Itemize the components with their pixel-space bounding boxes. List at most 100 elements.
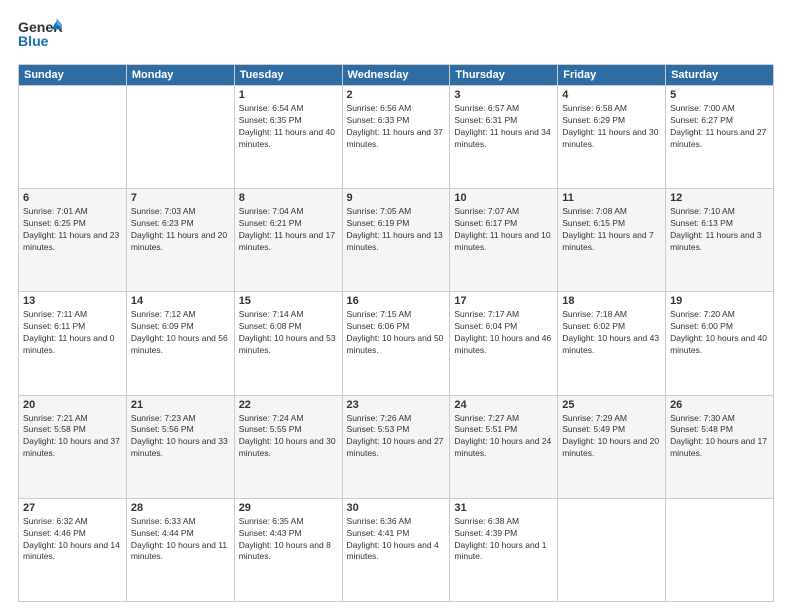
day-cell: 29 Sunrise: 6:35 AMSunset: 4:43 PMDayligh… — [234, 498, 342, 601]
dow-header-sunday: Sunday — [19, 65, 127, 86]
day-number: 30 — [347, 502, 446, 514]
day-info: Sunrise: 7:10 AMSunset: 6:13 PMDaylight:… — [670, 206, 769, 254]
day-cell: 7 Sunrise: 7:03 AMSunset: 6:23 PMDaylight… — [126, 189, 234, 292]
day-info: Sunrise: 6:38 AMSunset: 4:39 PMDaylight:… — [454, 516, 553, 564]
dow-header-saturday: Saturday — [666, 65, 774, 86]
day-cell: 10Sunrise: 7:07 AMSunset: 6:17 PMDayligh… — [450, 189, 558, 292]
day-cell: 14 Sunrise: 7:12 AMSunset: 6:09 PMDayligh… — [126, 292, 234, 395]
day-info: Sunrise: 7:15 AMSunset: 6:06 PMDaylight:… — [347, 309, 446, 357]
day-info: Sunrise: 6:35 AMSunset: 4:43 PMDaylight:… — [239, 516, 338, 564]
day-cell: 5 Sunrise: 7:00 AMSunset: 6:27 PMDaylight… — [666, 86, 774, 189]
day-number: 22 — [239, 399, 338, 411]
day-number: 5 — [670, 89, 769, 101]
week-row-1: 1 Sunrise: 6:54 AMSunset: 6:35 PMDaylight… — [19, 86, 774, 189]
day-info: Sunrise: 7:00 AMSunset: 6:27 PMDaylight:… — [670, 103, 769, 151]
day-number: 12 — [670, 192, 769, 204]
day-info: Sunrise: 7:24 AMSunset: 5:55 PMDaylight:… — [239, 413, 338, 461]
day-number: 28 — [131, 502, 230, 514]
day-number: 19 — [670, 295, 769, 307]
day-number: 4 — [562, 89, 661, 101]
day-number: 7 — [131, 192, 230, 204]
day-number: 20 — [23, 399, 122, 411]
day-info: Sunrise: 6:54 AMSunset: 6:35 PMDaylight:… — [239, 103, 338, 151]
day-cell — [126, 86, 234, 189]
calendar: SundayMondayTuesdayWednesdayThursdayFrid… — [18, 64, 774, 602]
day-cell: 23 Sunrise: 7:26 AMSunset: 5:53 PMDayligh… — [342, 395, 450, 498]
day-info: Sunrise: 7:30 AMSunset: 5:48 PMDaylight:… — [670, 413, 769, 461]
day-info: Sunrise: 6:36 AMSunset: 4:41 PMDaylight:… — [347, 516, 446, 564]
day-info: Sunrise: 7:11 AMSunset: 6:11 PMDaylight:… — [23, 309, 122, 357]
day-cell: 17 Sunrise: 7:17 AMSunset: 6:04 PMDayligh… — [450, 292, 558, 395]
day-number: 1 — [239, 89, 338, 101]
day-cell: 19Sunrise: 7:20 AMSunset: 6:00 PMDayligh… — [666, 292, 774, 395]
header: General Blue — [18, 16, 774, 56]
day-info: Sunrise: 6:33 AMSunset: 4:44 PMDaylight:… — [131, 516, 230, 564]
day-info: Sunrise: 7:12 AMSunset: 6:09 PMDaylight:… — [131, 309, 230, 357]
week-row-2: 6 Sunrise: 7:01 AMSunset: 6:25 PMDaylight… — [19, 189, 774, 292]
day-number: 13 — [23, 295, 122, 307]
day-number: 16 — [347, 295, 446, 307]
day-cell: 8 Sunrise: 7:04 AMSunset: 6:21 PMDaylight… — [234, 189, 342, 292]
day-info: Sunrise: 6:32 AMSunset: 4:46 PMDaylight:… — [23, 516, 122, 564]
day-number: 8 — [239, 192, 338, 204]
day-cell: 27 Sunrise: 6:32 AMSunset: 4:46 PMDayligh… — [19, 498, 127, 601]
day-info: Sunrise: 7:17 AMSunset: 6:04 PMDaylight:… — [454, 309, 553, 357]
day-cell — [558, 498, 666, 601]
page: General Blue SundayMondayTuesdayWednesda… — [0, 0, 792, 612]
day-cell: 28 Sunrise: 6:33 AMSunset: 4:44 PMDayligh… — [126, 498, 234, 601]
day-number: 15 — [239, 295, 338, 307]
day-number: 26 — [670, 399, 769, 411]
day-cell: 11 Sunrise: 7:08 AMSunset: 6:15 PMDayligh… — [558, 189, 666, 292]
logo-icon: General Blue — [18, 16, 62, 56]
day-cell: 2Sunrise: 6:56 AMSunset: 6:33 PMDaylight… — [342, 86, 450, 189]
day-cell: 18 Sunrise: 7:18 AMSunset: 6:02 PMDayligh… — [558, 292, 666, 395]
day-info: Sunrise: 6:58 AMSunset: 6:29 PMDaylight:… — [562, 103, 661, 151]
day-info: Sunrise: 7:21 AMSunset: 5:58 PMDaylight:… — [23, 413, 122, 461]
day-number: 24 — [454, 399, 553, 411]
day-cell: 25 Sunrise: 7:29 AMSunset: 5:49 PMDayligh… — [558, 395, 666, 498]
day-info: Sunrise: 6:56 AMSunset: 6:33 PMDaylight:… — [347, 103, 446, 151]
logo: General Blue — [18, 16, 62, 56]
day-info: Sunrise: 7:18 AMSunset: 6:02 PMDaylight:… — [562, 309, 661, 357]
dow-header-thursday: Thursday — [450, 65, 558, 86]
day-cell: 21Sunrise: 7:23 AMSunset: 5:56 PMDayligh… — [126, 395, 234, 498]
day-info: Sunrise: 7:14 AMSunset: 6:08 PMDaylight:… — [239, 309, 338, 357]
dow-header-friday: Friday — [558, 65, 666, 86]
day-cell: 6 Sunrise: 7:01 AMSunset: 6:25 PMDaylight… — [19, 189, 127, 292]
week-row-5: 27 Sunrise: 6:32 AMSunset: 4:46 PMDayligh… — [19, 498, 774, 601]
day-number: 14 — [131, 295, 230, 307]
dow-header-wednesday: Wednesday — [342, 65, 450, 86]
day-cell: 15 Sunrise: 7:14 AMSunset: 6:08 PMDayligh… — [234, 292, 342, 395]
day-number: 27 — [23, 502, 122, 514]
day-info: Sunrise: 7:01 AMSunset: 6:25 PMDaylight:… — [23, 206, 122, 254]
day-number: 31 — [454, 502, 553, 514]
day-cell: 24 Sunrise: 7:27 AMSunset: 5:51 PMDayligh… — [450, 395, 558, 498]
day-cell — [666, 498, 774, 601]
day-cell: 13 Sunrise: 7:11 AMSunset: 6:11 PMDayligh… — [19, 292, 127, 395]
day-info: Sunrise: 7:04 AMSunset: 6:21 PMDaylight:… — [239, 206, 338, 254]
day-number: 17 — [454, 295, 553, 307]
week-row-4: 20 Sunrise: 7:21 AMSunset: 5:58 PMDayligh… — [19, 395, 774, 498]
day-cell: 22 Sunrise: 7:24 AMSunset: 5:55 PMDayligh… — [234, 395, 342, 498]
day-number: 9 — [347, 192, 446, 204]
day-info: Sunrise: 7:27 AMSunset: 5:51 PMDaylight:… — [454, 413, 553, 461]
day-number: 21 — [131, 399, 230, 411]
day-cell: 30 Sunrise: 6:36 AMSunset: 4:41 PMDayligh… — [342, 498, 450, 601]
day-number: 6 — [23, 192, 122, 204]
day-info: Sunrise: 7:26 AMSunset: 5:53 PMDaylight:… — [347, 413, 446, 461]
day-info: Sunrise: 7:05 AMSunset: 6:19 PMDaylight:… — [347, 206, 446, 254]
day-info: Sunrise: 7:08 AMSunset: 6:15 PMDaylight:… — [562, 206, 661, 254]
day-number: 18 — [562, 295, 661, 307]
day-cell: 1 Sunrise: 6:54 AMSunset: 6:35 PMDaylight… — [234, 86, 342, 189]
day-cell — [19, 86, 127, 189]
day-info: Sunrise: 7:03 AMSunset: 6:23 PMDaylight:… — [131, 206, 230, 254]
day-number: 23 — [347, 399, 446, 411]
day-info: Sunrise: 7:29 AMSunset: 5:49 PMDaylight:… — [562, 413, 661, 461]
day-number: 29 — [239, 502, 338, 514]
day-cell: 4 Sunrise: 6:58 AMSunset: 6:29 PMDaylight… — [558, 86, 666, 189]
day-cell: 26 Sunrise: 7:30 AMSunset: 5:48 PMDayligh… — [666, 395, 774, 498]
day-info: Sunrise: 7:07 AMSunset: 6:17 PMDaylight:… — [454, 206, 553, 254]
day-number: 25 — [562, 399, 661, 411]
day-number: 11 — [562, 192, 661, 204]
day-cell: 31 Sunrise: 6:38 AMSunset: 4:39 PMDayligh… — [450, 498, 558, 601]
